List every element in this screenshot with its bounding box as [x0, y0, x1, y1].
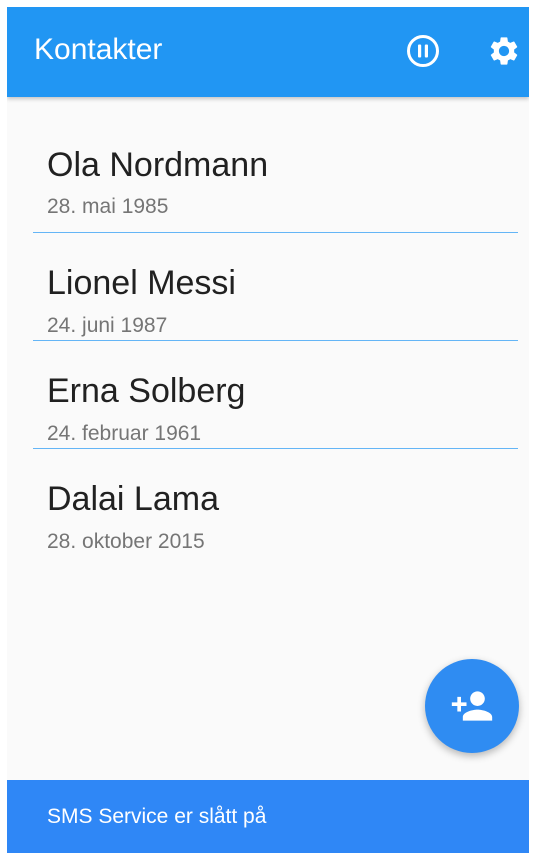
contact-item[interactable]: Ola Nordmann 28. mai 1985: [33, 97, 518, 233]
contact-date: 28. oktober 2015: [47, 530, 205, 553]
sms-status-text: SMS Service er slått på: [47, 805, 267, 828]
contact-name: Erna Solberg: [47, 372, 246, 410]
contact-list: Ola Nordmann 28. mai 1985 Lionel Messi 2…: [33, 97, 518, 557]
pause-button[interactable]: [403, 31, 443, 71]
contacts-screen: Kontakter Ola Nordmann 28. mai 1985 Lion…: [7, 7, 529, 853]
contact-item[interactable]: Dalai Lama 28. oktober 2015: [33, 449, 518, 557]
contact-date: 24. juni 1987: [47, 314, 168, 337]
settings-button[interactable]: [484, 31, 524, 71]
add-contact-button[interactable]: [425, 659, 519, 753]
pause-circle-icon: [407, 35, 439, 67]
person-add-icon: [451, 691, 493, 721]
app-title: Kontakter: [34, 33, 163, 66]
contact-item[interactable]: Erna Solberg 24. februar 1961: [33, 341, 518, 449]
contact-name: Dalai Lama: [47, 480, 219, 518]
contact-name: Lionel Messi: [47, 264, 236, 302]
contact-item[interactable]: Lionel Messi 24. juni 1987: [33, 233, 518, 341]
app-bar: Kontakter: [7, 7, 529, 97]
contact-name: Ola Nordmann: [47, 146, 269, 184]
gear-icon: [490, 37, 518, 65]
sms-status-bar: SMS Service er slått på: [7, 780, 529, 853]
contact-date: 28. mai 1985: [47, 195, 169, 218]
contact-date: 24. februar 1961: [47, 422, 202, 445]
